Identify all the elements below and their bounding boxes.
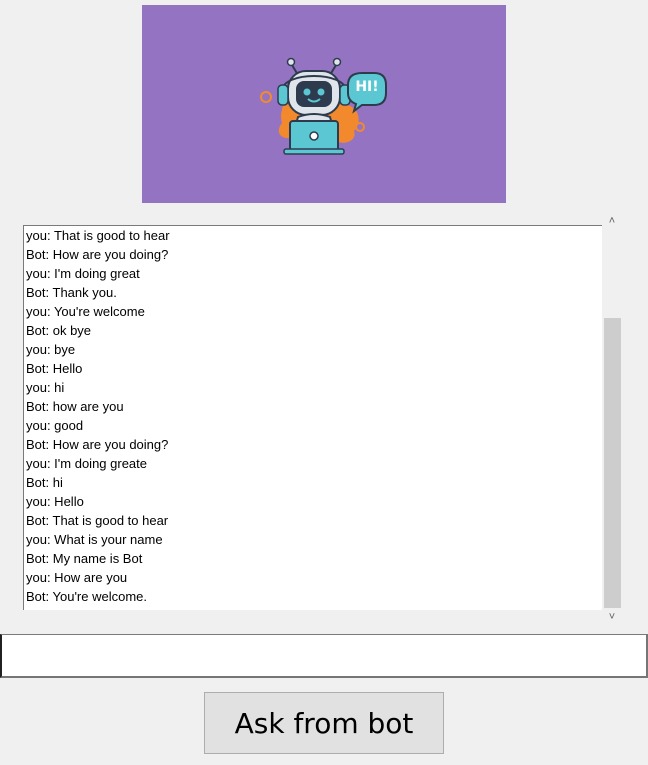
scroll-up-arrow-icon[interactable]: ˄ <box>603 212 621 230</box>
chat-message[interactable]: you: I'm doing great <box>24 264 602 283</box>
chat-message[interactable]: you: hi <box>24 378 602 397</box>
chat-history-frame: you: That is good to hear Bot: How are yo… <box>23 212 623 626</box>
message-input[interactable] <box>0 634 648 678</box>
chatbot-window: HI! you: That is good to hear Bot: How ar… <box>0 0 648 765</box>
chat-message[interactable]: you: What is your name <box>24 530 602 549</box>
chatbot-banner-image: HI! <box>142 5 506 203</box>
chat-message[interactable]: you: You're welcome <box>24 302 602 321</box>
chat-message[interactable]: Bot: Hello <box>24 359 602 378</box>
scrollbar-thumb[interactable] <box>604 318 621 608</box>
robot-illustration <box>260 57 387 155</box>
chat-message[interactable]: Bot: My name is Bot <box>24 549 602 568</box>
chat-message[interactable]: Bot: ok bye <box>24 321 602 340</box>
chat-history-list[interactable]: you: That is good to hear Bot: How are yo… <box>23 225 602 610</box>
chat-message[interactable]: Bot: You're welcome. <box>24 587 602 606</box>
chat-message[interactable]: Bot: How are you doing? <box>24 245 602 264</box>
chat-message[interactable]: you: How are you <box>24 568 602 587</box>
chat-message[interactable]: Bot: hi <box>24 473 602 492</box>
speech-bubble-text: HI! <box>355 79 379 95</box>
chat-message[interactable]: you: Hello <box>24 492 602 511</box>
scroll-down-arrow-icon[interactable]: ˅ <box>603 608 621 626</box>
chat-message[interactable]: you: I'm doing greate <box>24 454 602 473</box>
chat-message[interactable]: you: bye <box>24 340 602 359</box>
chat-message[interactable]: Bot: how are you <box>24 397 602 416</box>
chat-message[interactable]: Bot: How are you doing? <box>24 435 602 454</box>
ask-from-bot-button[interactable]: Ask from bot <box>204 692 444 754</box>
chat-message[interactable]: Bot: That is good to hear <box>24 511 602 530</box>
chat-message[interactable]: Bot: Thank you. <box>24 283 602 302</box>
chat-scrollbar[interactable]: ˄ ˅ <box>603 212 621 626</box>
chat-message[interactable]: you: That is good to hear <box>24 226 602 245</box>
chat-message[interactable]: you: good <box>24 416 602 435</box>
